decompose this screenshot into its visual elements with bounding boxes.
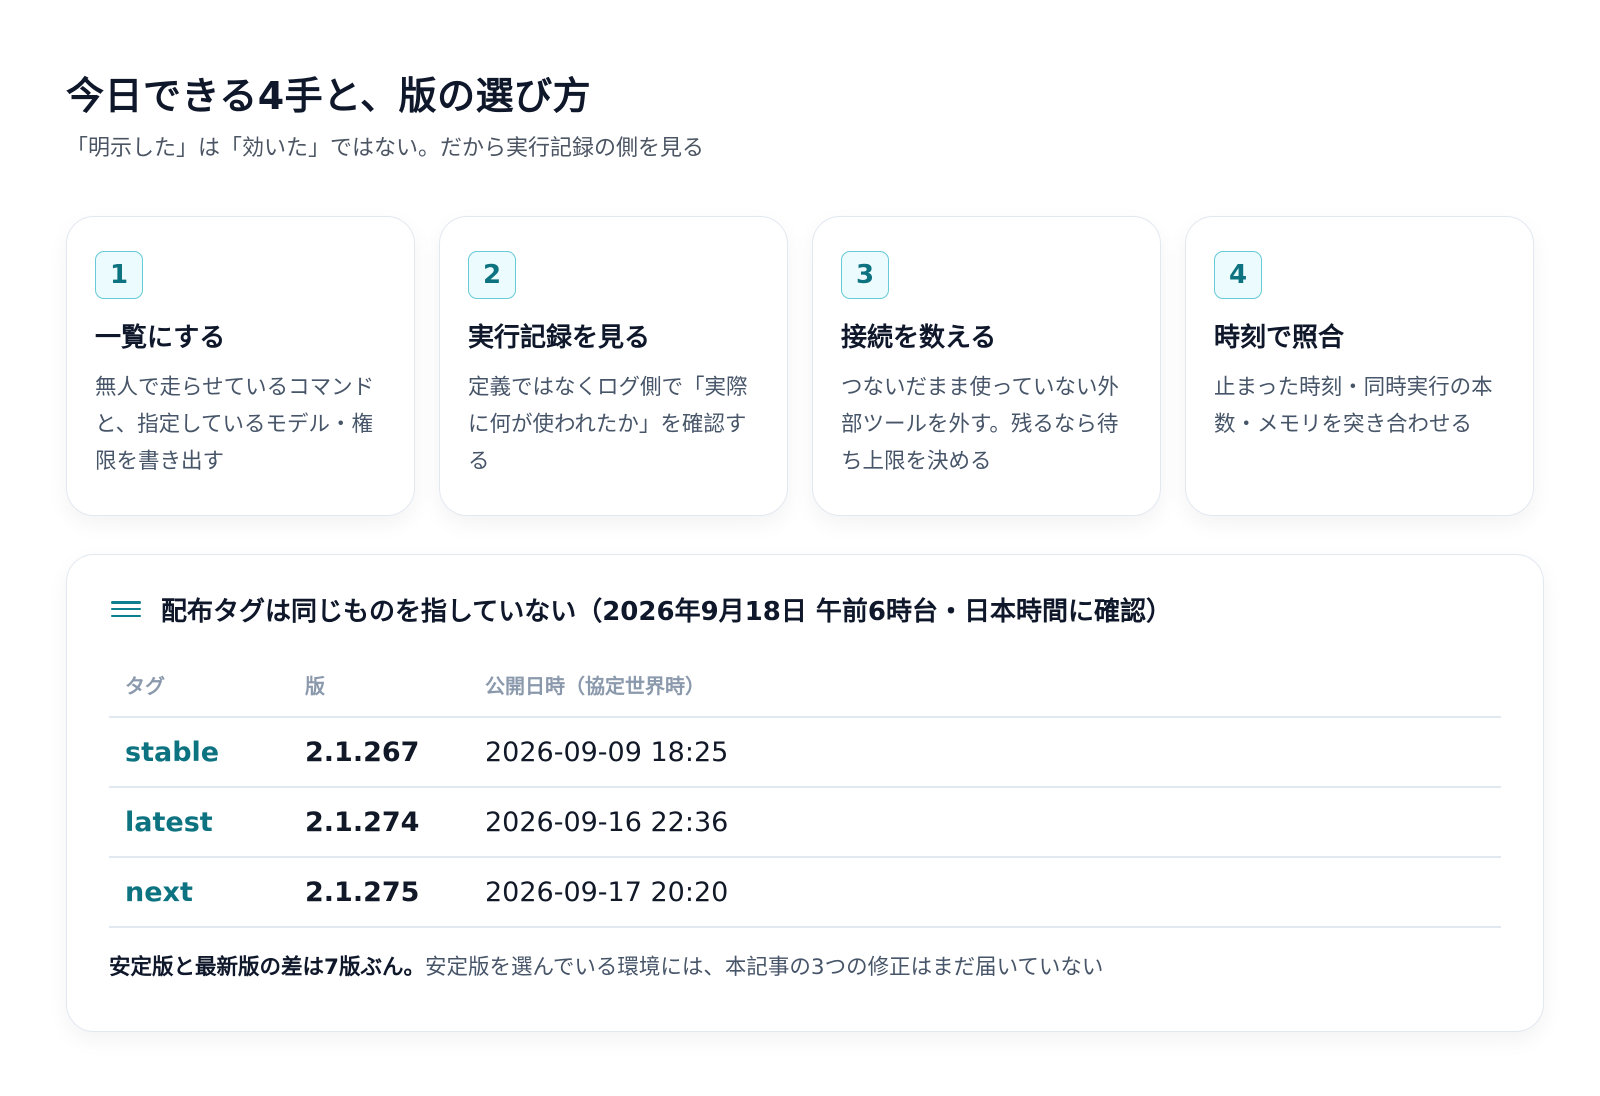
step-title: 時刻で照合 bbox=[1214, 323, 1345, 353]
step-description: 無人で走らせているコマンドと、指定しているモデル・権限を書き出す bbox=[95, 375, 375, 474]
table-row: latest 2.1.274 2026-09-16 22:36 bbox=[109, 787, 1501, 858]
table-row: stable 2.1.267 2026-09-09 18:25 bbox=[109, 717, 1501, 788]
column-header-version: 版 bbox=[289, 653, 469, 718]
step-card-3: 3 接続を数える つないだまま使っていない外部ツールを外す。残るなら待ち上限を決… bbox=[812, 216, 1161, 516]
version-cell: 2.1.275 bbox=[289, 857, 469, 928]
tag-cell: next bbox=[109, 857, 289, 928]
note-text: 安定版を選んでいる環境には、本記事の3つの修正はまだ届いていない bbox=[424, 955, 1104, 980]
published-cell: 2026-09-09 18:25 bbox=[469, 717, 1501, 788]
published-cell: 2026-09-17 20:20 bbox=[469, 857, 1501, 928]
step-card-2: 2 実行記録を見る 定義ではなくログ側で「実際に何が使われたか」を確認する bbox=[439, 216, 788, 516]
step-description: 定義ではなくログ側で「実際に何が使われたか」を確認する bbox=[468, 375, 748, 474]
step-description: 止まった時刻・同時実行の本数・メモリを突き合わせる bbox=[1214, 375, 1493, 437]
step-title: 実行記録を見る bbox=[468, 323, 651, 353]
list-icon bbox=[111, 598, 141, 620]
step-number-badge: 3 bbox=[841, 251, 889, 299]
page-title: 今日できる4手と、版の選び方 bbox=[66, 74, 592, 118]
panel-header: 配布タグは同じものを指していない（2026年9月18日 午前6時台・日本時間に確… bbox=[109, 589, 1501, 629]
step-title: 一覧にする bbox=[95, 323, 226, 353]
step-number-badge: 2 bbox=[468, 251, 516, 299]
tag-cell: stable bbox=[109, 717, 289, 788]
step-title: 接続を数える bbox=[841, 323, 997, 353]
published-cell: 2026-09-16 22:36 bbox=[469, 787, 1501, 858]
step-number-badge: 1 bbox=[95, 251, 143, 299]
tag-cell: latest bbox=[109, 787, 289, 858]
version-cell: 2.1.274 bbox=[289, 787, 469, 858]
page: 今日できる4手と、版の選び方 「明示した」は「効いた」ではない。だから実行記録の… bbox=[0, 0, 1600, 1096]
panel-note: 安定版と最新版の差は7版ぶん。安定版を選んでいる環境には、本記事の3つの修正はま… bbox=[109, 950, 1501, 986]
panel-title: 配布タグは同じものを指していない（2026年9月18日 午前6時台・日本時間に確… bbox=[161, 596, 1172, 627]
dist-tag-panel: 配布タグは同じものを指していない（2026年9月18日 午前6時台・日本時間に確… bbox=[66, 554, 1544, 1032]
step-card-4: 4 時刻で照合 止まった時刻・同時実行の本数・メモリを突き合わせる bbox=[1185, 216, 1534, 516]
step-card-1: 1 一覧にする 無人で走らせているコマンドと、指定しているモデル・権限を書き出す bbox=[66, 216, 415, 516]
column-header-published: 公開日時（協定世界時） bbox=[469, 653, 1501, 718]
table-row: next 2.1.275 2026-09-17 20:20 bbox=[109, 857, 1501, 928]
note-emphasis: 安定版と最新版の差は7版ぶん。 bbox=[109, 955, 425, 980]
step-description: つないだまま使っていない外部ツールを外す。残るなら待ち上限を決める bbox=[841, 375, 1119, 474]
table-header-row: タグ 版 公開日時（協定世界時） bbox=[109, 653, 1501, 718]
page-subtitle: 「明示した」は「効いた」ではない。だから実行記録の側を見る bbox=[66, 136, 705, 161]
column-header-tag: タグ bbox=[109, 653, 289, 718]
version-cell: 2.1.267 bbox=[289, 717, 469, 788]
step-number-badge: 4 bbox=[1214, 251, 1262, 299]
step-cards: 1 一覧にする 無人で走らせているコマンドと、指定しているモデル・権限を書き出す… bbox=[66, 216, 1534, 516]
dist-tag-table: タグ 版 公開日時（協定世界時） stable 2.1.267 2026-09-… bbox=[109, 653, 1501, 928]
